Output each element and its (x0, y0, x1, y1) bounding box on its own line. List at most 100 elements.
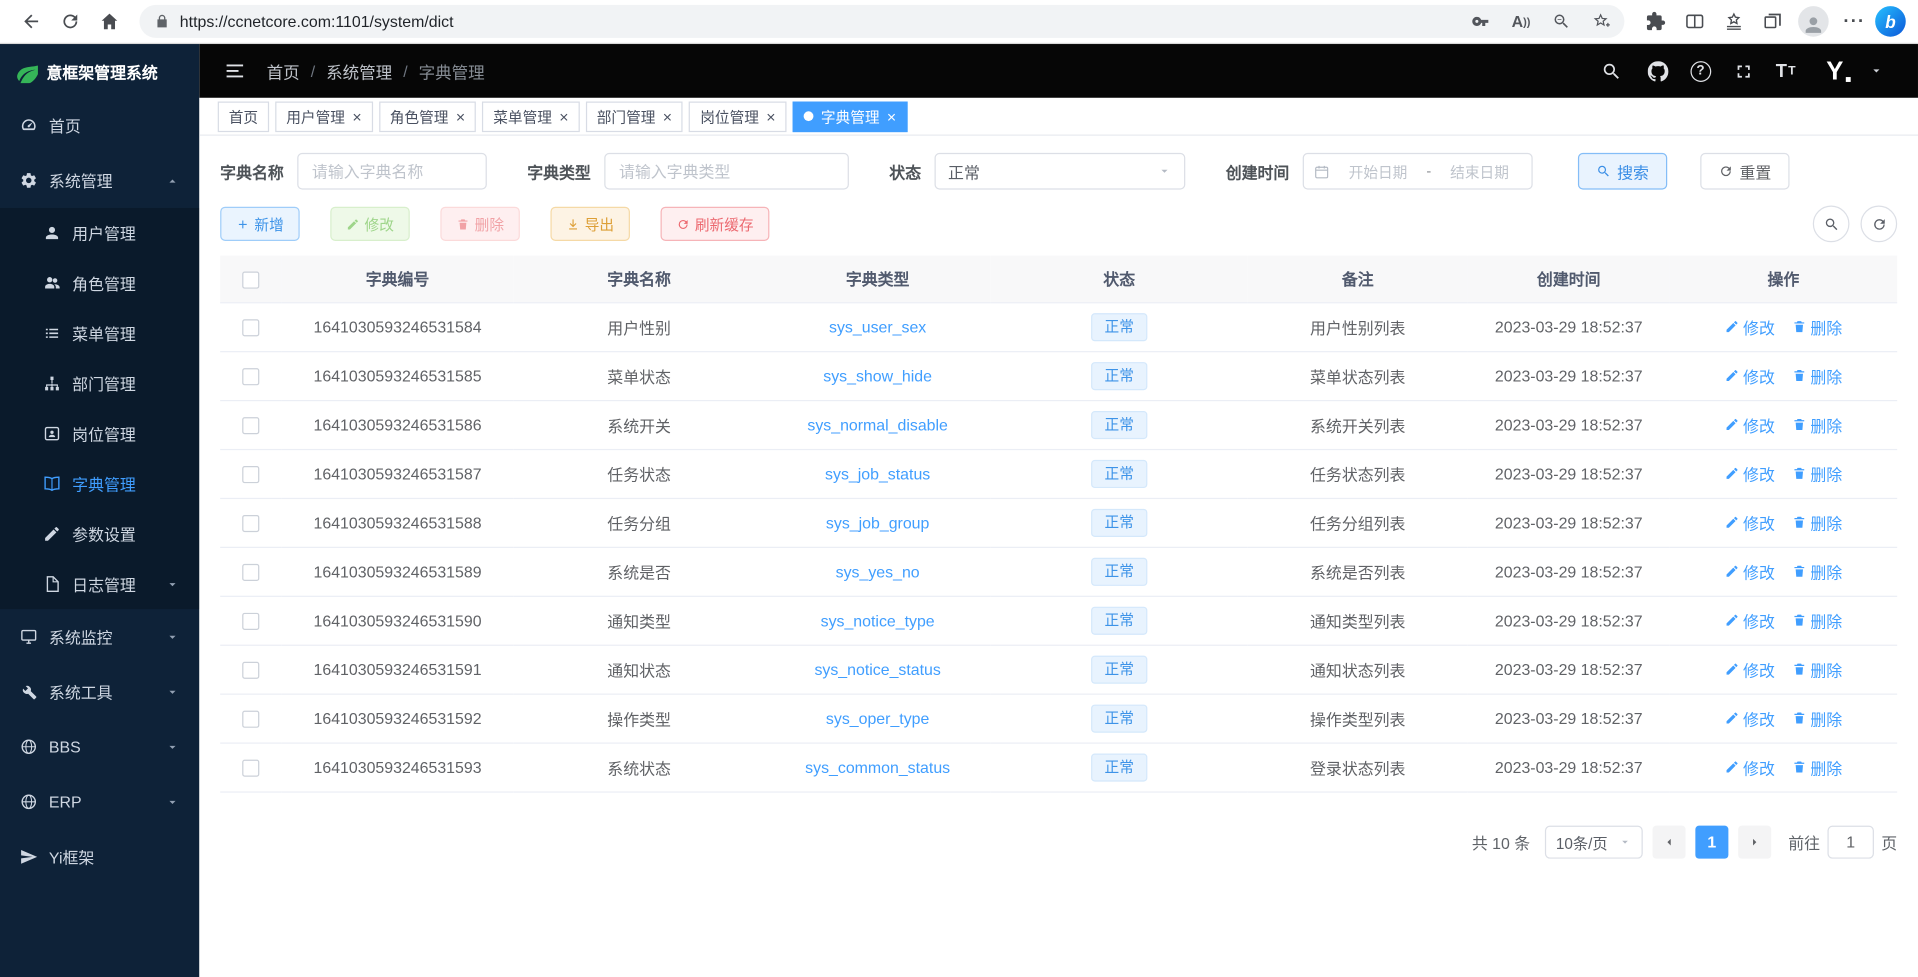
row-delete-button[interactable]: 删除 (1792, 560, 1842, 583)
address-bar[interactable]: https://ccnetcore.com:1101/system/dict A… (139, 5, 1624, 38)
search-button[interactable]: 搜索 (1578, 153, 1667, 190)
select-all-checkbox[interactable] (242, 271, 259, 288)
sidebar-item-日志管理[interactable]: 日志管理 (0, 559, 199, 609)
add-favorite-star-icon[interactable] (1586, 6, 1617, 37)
header-search-icon[interactable] (1597, 57, 1625, 85)
browser-home-button[interactable] (91, 3, 128, 40)
favorites-bar-icon[interactable] (1715, 3, 1752, 40)
bing-icon[interactable]: b (1875, 6, 1906, 37)
sidebar-item-系统管理[interactable]: 系统管理 (0, 153, 199, 208)
edit-button[interactable]: 修改 (330, 207, 410, 241)
row-edit-button[interactable]: 修改 (1725, 511, 1775, 534)
sidebar-item-部门管理[interactable]: 部门管理 (0, 358, 199, 408)
sidebar-item-系统监控[interactable]: 系统监控 (0, 609, 199, 664)
browser-refresh-button[interactable] (51, 3, 88, 40)
help-icon[interactable]: ? (1690, 61, 1711, 82)
row-delete-button[interactable]: 删除 (1792, 511, 1842, 534)
row-checkbox[interactable] (242, 368, 259, 385)
tab-close-icon[interactable]: × (559, 108, 568, 124)
dict-type-link[interactable]: sys_show_hide (823, 366, 932, 384)
tab-角色管理[interactable]: 角色管理× (379, 101, 476, 132)
tab-close-icon[interactable]: × (456, 108, 465, 124)
breadcrumb-item-home[interactable]: 首页 (267, 59, 300, 83)
tab-close-icon[interactable]: × (352, 108, 361, 124)
row-checkbox[interactable] (242, 417, 259, 434)
tab-close-icon[interactable]: × (887, 108, 896, 124)
dict-type-input[interactable] (604, 153, 849, 190)
reset-button[interactable]: 重置 (1700, 153, 1789, 190)
row-checkbox[interactable] (242, 319, 259, 336)
prev-page-button[interactable] (1653, 825, 1686, 858)
row-checkbox[interactable] (242, 564, 259, 581)
refresh-cache-button[interactable]: 刷新缓存 (661, 207, 770, 241)
browser-menu-icon[interactable]: ··· (1836, 3, 1873, 40)
collections-icon[interactable] (1754, 3, 1791, 40)
fullscreen-icon[interactable] (1729, 57, 1757, 85)
refresh-table-button[interactable] (1860, 205, 1897, 242)
row-checkbox[interactable] (242, 661, 259, 678)
row-edit-button[interactable]: 修改 (1725, 560, 1775, 583)
sidebar-item-用户管理[interactable]: 用户管理 (0, 208, 199, 258)
github-icon[interactable] (1644, 57, 1672, 85)
row-checkbox[interactable] (242, 466, 259, 483)
row-checkbox[interactable] (242, 759, 259, 776)
breadcrumb-item-system[interactable]: 系统管理 (326, 59, 392, 83)
sidebar-item-BBS[interactable]: BBS (0, 719, 199, 774)
row-checkbox[interactable] (242, 710, 259, 727)
row-edit-button[interactable]: 修改 (1725, 657, 1775, 680)
row-delete-button[interactable]: 删除 (1792, 364, 1842, 387)
row-edit-button[interactable]: 修改 (1725, 315, 1775, 338)
dict-type-link[interactable]: sys_normal_disable (807, 415, 948, 433)
tab-用户管理[interactable]: 用户管理× (275, 101, 372, 132)
row-delete-button[interactable]: 删除 (1792, 609, 1842, 632)
tab-岗位管理[interactable]: 岗位管理× (689, 101, 786, 132)
status-select[interactable]: 正常 (935, 153, 1186, 190)
browser-back-button[interactable] (12, 3, 49, 40)
row-checkbox[interactable] (242, 613, 259, 630)
row-edit-button[interactable]: 修改 (1725, 413, 1775, 436)
page-size-select[interactable]: 10条/页 (1545, 825, 1643, 858)
row-delete-button[interactable]: 删除 (1792, 462, 1842, 485)
row-delete-button[interactable]: 删除 (1792, 706, 1842, 729)
password-key-icon[interactable] (1465, 6, 1496, 37)
add-button[interactable]: 新增 (220, 207, 300, 241)
dict-type-link[interactable]: sys_notice_type (821, 611, 935, 629)
next-page-button[interactable] (1738, 825, 1771, 858)
split-screen-icon[interactable] (1676, 3, 1713, 40)
tab-菜单管理[interactable]: 菜单管理× (482, 101, 579, 132)
sidebar-item-角色管理[interactable]: 角色管理 (0, 258, 199, 308)
tab-部门管理[interactable]: 部门管理× (586, 101, 683, 132)
dict-name-input[interactable] (297, 153, 487, 190)
row-delete-button[interactable]: 删除 (1792, 413, 1842, 436)
date-range-picker[interactable]: 开始日期 - 结束日期 (1303, 153, 1533, 190)
sidebar-item-系统工具[interactable]: 系统工具 (0, 664, 199, 719)
row-delete-button[interactable]: 删除 (1792, 657, 1842, 680)
zoom-out-icon[interactable] (1546, 6, 1577, 37)
avatar-dropdown-icon[interactable] (1869, 64, 1884, 79)
dict-type-link[interactable]: sys_notice_status (814, 660, 940, 678)
row-checkbox[interactable] (242, 515, 259, 532)
url-text[interactable]: https://ccnetcore.com:1101/system/dict (180, 12, 1456, 30)
tab-close-icon[interactable]: × (663, 108, 672, 124)
dict-type-link[interactable]: sys_common_status (805, 758, 950, 776)
tab-字典管理[interactable]: 字典管理× (793, 101, 908, 132)
start-date-placeholder[interactable]: 开始日期 (1336, 161, 1420, 182)
sidebar-item-字典管理[interactable]: 字典管理 (0, 459, 199, 509)
tab-close-icon[interactable]: × (766, 108, 775, 124)
tab-首页[interactable]: 首页 (218, 101, 269, 132)
sidebar-item-岗位管理[interactable]: 岗位管理 (0, 409, 199, 459)
row-edit-button[interactable]: 修改 (1725, 706, 1775, 729)
sidebar-item-菜单管理[interactable]: 菜单管理 (0, 308, 199, 358)
page-number-button[interactable]: 1 (1695, 825, 1728, 858)
extensions-icon[interactable] (1637, 3, 1674, 40)
user-avatar-logo[interactable]: Y (1826, 58, 1850, 84)
dict-type-link[interactable]: sys_job_status (825, 464, 930, 482)
dict-type-link[interactable]: sys_yes_no (836, 562, 920, 580)
browser-profile-avatar[interactable] (1798, 6, 1829, 37)
dict-type-link[interactable]: sys_oper_type (826, 709, 929, 727)
toggle-search-button[interactable] (1813, 205, 1850, 242)
end-date-placeholder[interactable]: 结束日期 (1437, 161, 1521, 182)
row-delete-button[interactable]: 删除 (1792, 755, 1842, 778)
sidebar-item-首页[interactable]: 首页 (0, 98, 199, 153)
dict-type-link[interactable]: sys_job_group (826, 513, 929, 531)
